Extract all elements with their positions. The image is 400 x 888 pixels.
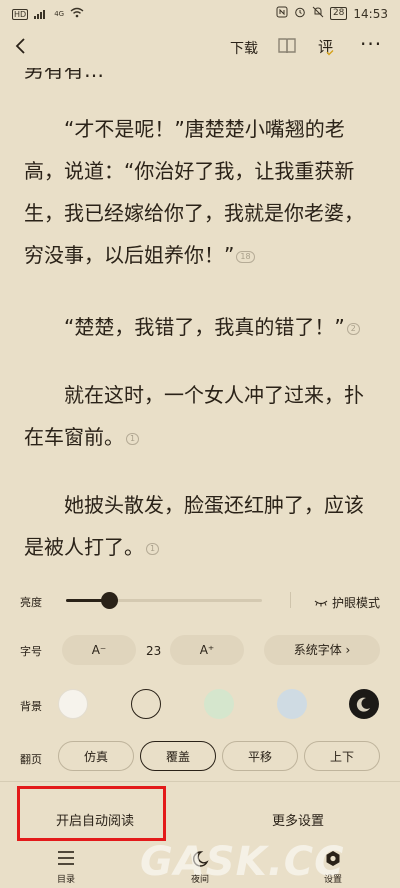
book-icon[interactable] bbox=[277, 37, 297, 55]
page-turn-slide[interactable]: 平移 bbox=[222, 741, 298, 771]
watermark: GASK.CC bbox=[140, 839, 345, 885]
brightness-slider-handle[interactable] bbox=[101, 592, 119, 609]
reading-content: 男有有… “才不是呢！”唐楚楚小嘴翘的老高，说道：“你治好了我，让我重获新生，我… bbox=[0, 68, 400, 576]
background-blue-swatch[interactable] bbox=[277, 689, 307, 719]
background-label: 背景 bbox=[20, 700, 42, 713]
font-size-value: 23 bbox=[146, 644, 162, 658]
paragraph: “楚楚，我错了，我真的错了！” 2 bbox=[24, 306, 380, 348]
divider bbox=[290, 592, 291, 608]
comment-bubble[interactable]: 18 bbox=[236, 250, 255, 263]
divider bbox=[0, 781, 400, 782]
network-type: 4G bbox=[54, 10, 65, 18]
highlight-box bbox=[17, 786, 166, 841]
comment-bubble[interactable]: 2 bbox=[346, 322, 360, 335]
background-green-swatch[interactable] bbox=[204, 689, 234, 719]
clock: 14:53 bbox=[353, 6, 388, 21]
wifi-icon bbox=[70, 7, 84, 21]
tab-label: 目录 bbox=[56, 875, 75, 885]
paragraph: 她披头散发，脸蛋还红肿了，应该是被人打了。 1 bbox=[24, 484, 380, 568]
back-icon[interactable] bbox=[12, 36, 34, 58]
system-font-button[interactable]: 系统字体 › bbox=[264, 635, 380, 665]
brightness-label: 亮度 bbox=[20, 596, 42, 609]
reader-settings-panel: 亮度 护眼模式 字号 A⁻ 23 A⁺ 系统字体 › 背景 翻页 仿真 覆盖 平… bbox=[0, 576, 400, 888]
more-settings-button[interactable]: 更多设置 bbox=[272, 810, 324, 829]
status-bar: HD 4G 28 14:53 bbox=[0, 0, 400, 28]
background-parchment-swatch[interactable] bbox=[131, 689, 161, 719]
menu-icon bbox=[36, 850, 96, 868]
background-white-swatch[interactable] bbox=[58, 689, 88, 719]
moon-icon bbox=[356, 697, 370, 712]
download-button[interactable]: 下载 bbox=[230, 38, 258, 58]
paragraph-text: 她披头散发，脸蛋还红肿了，应该是被人打了。 bbox=[24, 493, 364, 559]
cut-off-line: 男有有… bbox=[24, 68, 104, 82]
more-icon[interactable]: ··· bbox=[360, 32, 382, 56]
paragraph: “才不是呢！”唐楚楚小嘴翘的老高，说道：“你治好了我，让我重获新生，我已经嫁给你… bbox=[24, 108, 380, 276]
review-check-icon bbox=[326, 50, 334, 56]
paragraph-text: “才不是呢！”唐楚楚小嘴翘的老高，说道：“你治好了我，让我重获新生，我已经嫁给你… bbox=[24, 117, 364, 267]
tab-contents[interactable]: 目录 bbox=[36, 850, 96, 885]
eye-mode-toggle[interactable]: 护眼模式 bbox=[314, 594, 380, 611]
nfc-icon bbox=[276, 6, 288, 21]
page-turn-vertical[interactable]: 上下 bbox=[304, 741, 380, 771]
brightness-slider[interactable] bbox=[66, 592, 262, 609]
paragraph-text: “楚楚，我错了，我真的错了！” bbox=[64, 315, 345, 339]
alarm-icon bbox=[294, 6, 306, 21]
page-turn-simulation[interactable]: 仿真 bbox=[58, 741, 134, 771]
comment-bubble[interactable]: 1 bbox=[126, 432, 140, 445]
page-turn-cover[interactable]: 覆盖 bbox=[140, 741, 216, 771]
paragraph: 就在这时，一个女人冲了过来，扑在车窗前。 1 bbox=[24, 374, 380, 458]
hd-indicator: HD bbox=[12, 8, 29, 20]
eye-closed-icon bbox=[314, 600, 328, 606]
eye-mode-label: 护眼模式 bbox=[332, 596, 381, 610]
font-decrease-button[interactable]: A⁻ bbox=[62, 635, 136, 665]
font-increase-button[interactable]: A⁺ bbox=[170, 635, 244, 665]
review-button[interactable]: 评 bbox=[318, 36, 334, 57]
page-turn-label: 翻页 bbox=[20, 753, 42, 766]
background-dark-swatch[interactable] bbox=[349, 689, 379, 719]
paragraph-text: 就在这时，一个女人冲了过来，扑在车窗前。 bbox=[24, 383, 364, 449]
font-size-label: 字号 bbox=[20, 645, 42, 658]
signal-icon bbox=[34, 9, 48, 19]
reader-toolbar: 下载 评 ··· bbox=[0, 28, 400, 68]
comment-bubble[interactable]: 1 bbox=[146, 542, 160, 555]
mute-icon bbox=[312, 6, 324, 21]
battery-indicator: 28 bbox=[329, 7, 348, 20]
